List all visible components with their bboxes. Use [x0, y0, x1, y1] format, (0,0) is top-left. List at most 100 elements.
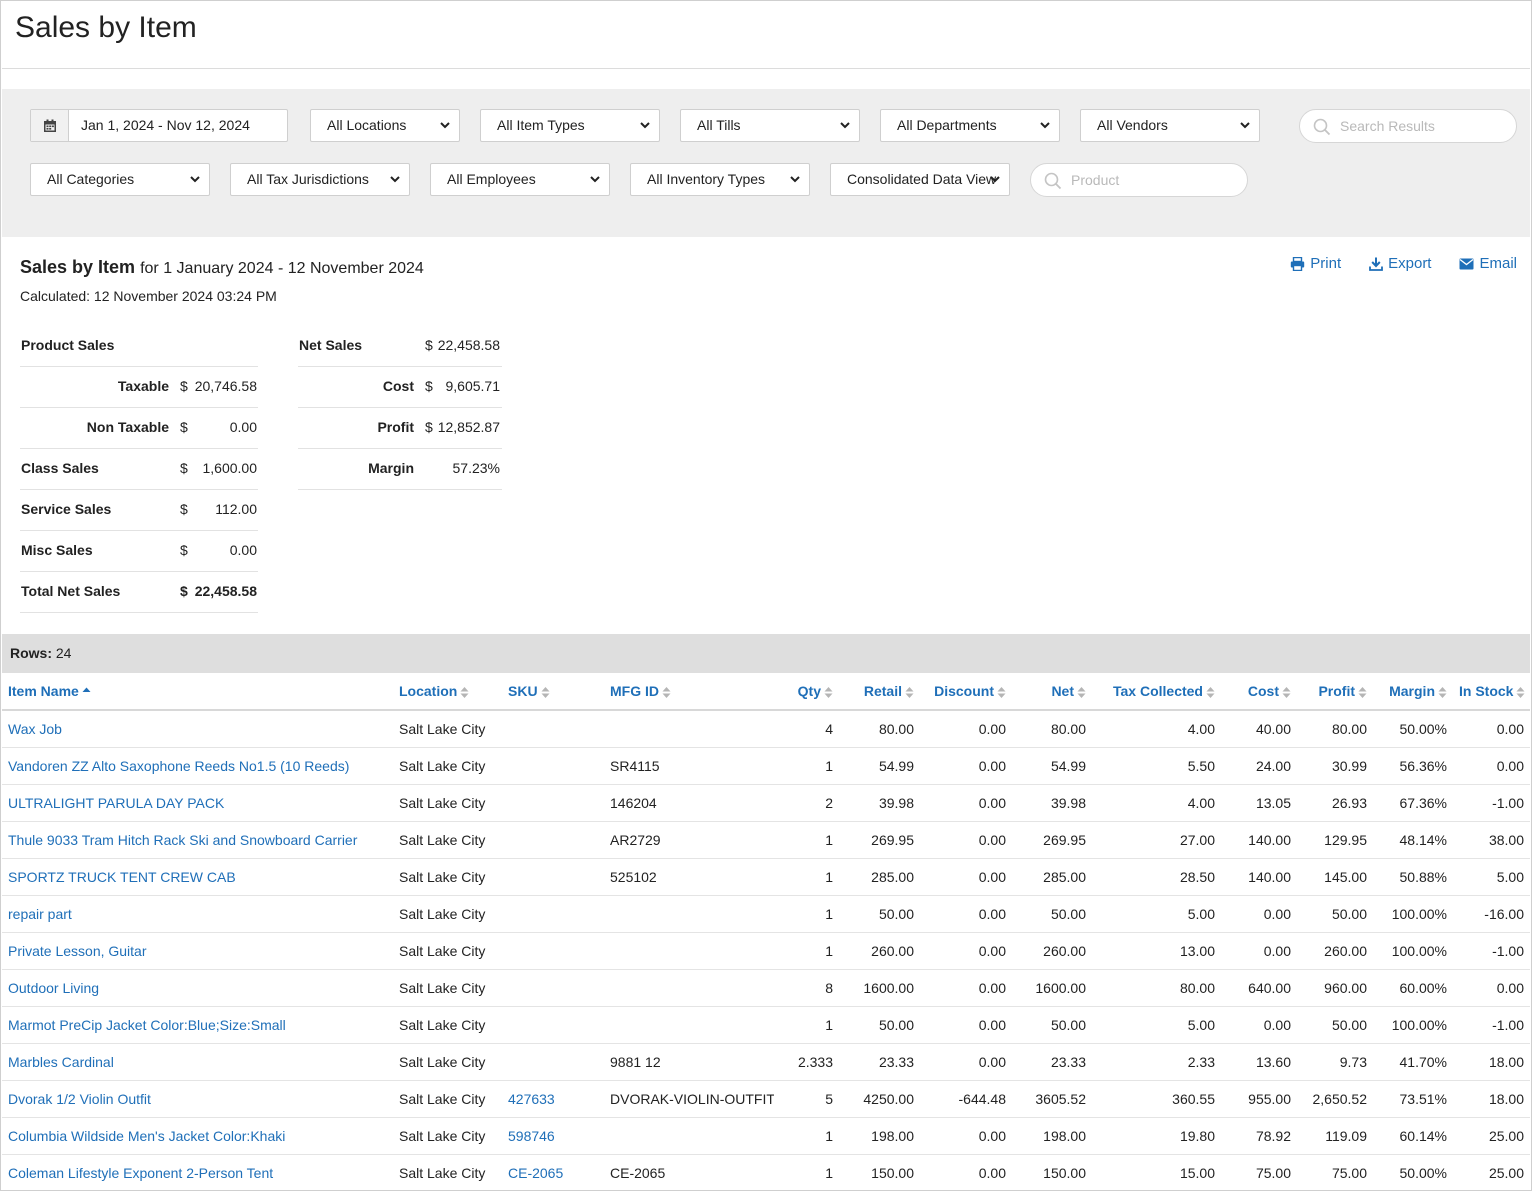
- summary-label: Misc Sales: [21, 542, 93, 558]
- qty-cell: 1: [774, 858, 839, 896]
- envelope-icon: [1459, 258, 1474, 269]
- net-cell: 39.98: [1012, 784, 1092, 822]
- qty-cell: 2.333: [774, 1043, 839, 1081]
- item-name-link[interactable]: Private Lesson, Guitar: [2, 932, 393, 970]
- sales-table: Item Name Location SKU MFG ID Qty Retail Disco…: [2, 673, 1530, 1190]
- item-name-link[interactable]: Marbles Cardinal: [2, 1043, 393, 1081]
- margin-cell: 50.88%: [1373, 858, 1453, 896]
- rows-bar: Rows: 24: [2, 634, 1530, 673]
- summary-row: Class Sales $1,600.00: [20, 449, 258, 490]
- print-button[interactable]: Print: [1290, 255, 1341, 272]
- summary-row: Margin 57.23%: [298, 449, 502, 490]
- chevron-down-icon: [840, 122, 850, 129]
- table-row: Outdoor Living Salt Lake City 8 1600.00 0.00…: [2, 969, 1530, 1007]
- summary-label: Taxable: [117, 378, 169, 394]
- summary-value: 9,605.71: [445, 378, 501, 394]
- discount-cell: 0.00: [920, 969, 1012, 1007]
- summary-row: Total Net Sales $22,458.58: [20, 572, 258, 613]
- column-header[interactable]: Item Name: [2, 673, 393, 711]
- mfg-id-cell: [604, 710, 774, 748]
- item-name-link[interactable]: Outdoor Living: [2, 969, 393, 1007]
- qty-cell: 1: [774, 1006, 839, 1044]
- date-range-picker[interactable]: Jan 1, 2024 - Nov 12, 2024: [30, 109, 288, 142]
- column-header[interactable]: Cost: [1221, 673, 1297, 711]
- column-header[interactable]: In Stock: [1453, 673, 1530, 711]
- print-icon: [1291, 256, 1305, 271]
- employee-select[interactable]: All Employees: [430, 163, 610, 196]
- item-name-link[interactable]: SPORTZ TRUCK TENT CREW CAB: [2, 858, 393, 896]
- item-name-link[interactable]: repair part: [2, 895, 393, 933]
- category-select[interactable]: All Categories: [30, 163, 210, 196]
- column-header[interactable]: Location: [393, 673, 502, 711]
- item-name-link[interactable]: Coleman Lifestyle Exponent 2-Person Tent: [2, 1154, 393, 1190]
- search-icon: [1044, 172, 1062, 190]
- item-name-link[interactable]: Thule 9033 Tram Hitch Rack Ski and Snowb…: [2, 821, 393, 859]
- column-header[interactable]: Retail: [839, 673, 920, 711]
- column-header[interactable]: Net: [1012, 673, 1092, 711]
- location-cell: Salt Lake City: [393, 1117, 502, 1155]
- summary-value: 57.23%: [452, 460, 500, 476]
- inventory-type-select[interactable]: All Inventory Types: [630, 163, 810, 196]
- product-search-input[interactable]: Product: [1030, 163, 1248, 197]
- profit-cell: 80.00: [1297, 710, 1373, 748]
- email-button[interactable]: Email: [1459, 255, 1517, 272]
- column-header[interactable]: Margin: [1373, 673, 1453, 711]
- retail-cell: 54.99: [839, 747, 920, 785]
- data-view-select[interactable]: Consolidated Data View: [830, 163, 1010, 196]
- profit-cell: 50.00: [1297, 1006, 1373, 1044]
- column-header[interactable]: MFG ID: [604, 673, 774, 711]
- column-header-label: SKU: [508, 683, 538, 699]
- mfg-id-cell: SR4115: [604, 747, 774, 785]
- tax-jurisdiction-select[interactable]: All Tax Jurisdictions: [230, 163, 410, 196]
- search-results-input[interactable]: Search Results: [1299, 109, 1517, 143]
- till-select[interactable]: All Tills: [680, 109, 860, 142]
- sku-link[interactable]: 598746: [502, 1117, 604, 1155]
- column-header[interactable]: SKU: [502, 673, 604, 711]
- item-name-link[interactable]: Columbia Wildside Men's Jacket Color:Kha…: [2, 1117, 393, 1155]
- retail-cell: 50.00: [839, 895, 920, 933]
- column-header[interactable]: Profit: [1297, 673, 1373, 711]
- column-header-label: Tax Collected: [1113, 683, 1203, 699]
- item-name-link[interactable]: Vandoren ZZ Alto Saxophone Reeds No1.5 (…: [2, 747, 393, 785]
- category-select-value: All Categories: [47, 171, 135, 187]
- retail-cell: 150.00: [839, 1154, 920, 1190]
- table-row: Dvorak 1/2 Violin Outfit Salt Lake City 42…: [2, 1080, 1530, 1118]
- item-type-select-value: All Item Types: [497, 117, 585, 133]
- sort-icon: [997, 686, 1006, 698]
- margin-cell: 60.00%: [1373, 969, 1453, 1007]
- calendar-icon[interactable]: [31, 110, 69, 141]
- location-select[interactable]: All Locations: [310, 109, 460, 142]
- item-name-link[interactable]: Wax Job: [2, 710, 393, 748]
- item-name-link[interactable]: Dvorak 1/2 Violin Outfit: [2, 1080, 393, 1118]
- location-cell: Salt Lake City: [393, 747, 502, 785]
- chevron-down-icon: [1240, 122, 1250, 129]
- profit-cell: 75.00: [1297, 1154, 1373, 1190]
- search-icon: [1313, 118, 1331, 136]
- mfg-id-cell: [604, 1117, 774, 1155]
- retail-cell: 39.98: [839, 784, 920, 822]
- in-stock-cell: 0.00: [1453, 710, 1530, 748]
- chevron-down-icon: [640, 122, 650, 129]
- export-button[interactable]: Export: [1369, 255, 1431, 272]
- column-header[interactable]: Qty: [774, 673, 839, 711]
- summary-currency: $: [180, 501, 188, 517]
- net-cell: 150.00: [1012, 1154, 1092, 1190]
- column-header[interactable]: Discount: [920, 673, 1012, 711]
- item-type-select[interactable]: All Item Types: [480, 109, 660, 142]
- sku-link[interactable]: 427633: [502, 1080, 604, 1118]
- retail-cell: 23.33: [839, 1043, 920, 1081]
- mfg-id-cell: [604, 932, 774, 970]
- sku-link[interactable]: CE-2065: [502, 1154, 604, 1190]
- tax-collected-cell: 4.00: [1092, 784, 1221, 822]
- rows-label: Rows:: [10, 645, 52, 661]
- item-name-link[interactable]: Marmot PreCip Jacket Color:Blue;Size:Sma…: [2, 1006, 393, 1044]
- margin-cell: 100.00%: [1373, 1006, 1453, 1044]
- item-name-link[interactable]: ULTRALIGHT PARULA DAY PACK: [2, 784, 393, 822]
- location-cell: Salt Lake City: [393, 858, 502, 896]
- sort-icon: [1438, 686, 1447, 698]
- net-cell: 1600.00: [1012, 969, 1092, 1007]
- department-select[interactable]: All Departments: [880, 109, 1060, 142]
- column-header[interactable]: Tax Collected: [1092, 673, 1221, 711]
- vendor-select[interactable]: All Vendors: [1080, 109, 1260, 142]
- summary-value: 1,600.00: [202, 460, 258, 476]
